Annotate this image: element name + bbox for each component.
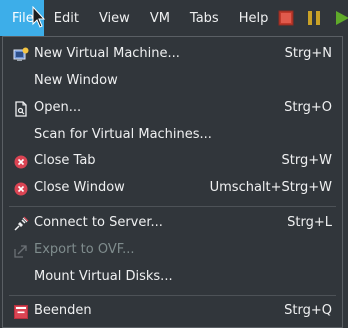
open-file-icon: [13, 101, 29, 117]
menu-item-open[interactable]: Open... Strg+O: [3, 96, 342, 122]
quit-icon: [13, 304, 29, 320]
shortcut-label: Umschalt+Strg+W: [209, 180, 332, 195]
menu-view[interactable]: View: [89, 0, 140, 36]
shortcut-label: Strg+O: [284, 100, 332, 115]
menu-item-label: New Virtual Machine...: [34, 46, 180, 61]
menu-vm[interactable]: VM: [140, 0, 180, 36]
menu-help[interactable]: Help: [229, 0, 279, 36]
menu-item-label: Open...: [34, 100, 82, 115]
close-circle-icon: [13, 181, 29, 197]
menu-item-label: Scan for Virtual Machines...: [34, 127, 212, 142]
menu-item-export-to-ovf: Export to OVF...: [3, 238, 342, 264]
shortcut-label: Strg+N: [284, 46, 332, 61]
menu-item-label: Connect to Server...: [34, 215, 163, 230]
menu-item-label: Close Tab: [34, 153, 96, 168]
menu-item-close-window[interactable]: Close Window Umschalt+Strg+W: [3, 176, 342, 202]
menu-item-label: New Window: [34, 73, 118, 88]
menu-separator: [9, 206, 336, 207]
export-icon: [13, 243, 29, 259]
menu-item-label: Mount Virtual Disks...: [34, 269, 173, 284]
menu-item-new-window[interactable]: New Window: [3, 69, 342, 95]
menu-item-scan-for-virtual-machines[interactable]: Scan for Virtual Machines...: [3, 123, 342, 149]
shortcut-label: Strg+W: [281, 153, 332, 168]
play-icon[interactable]: [334, 10, 348, 26]
menu-item-label: Export to OVF...: [34, 242, 135, 257]
shortcut-label: Strg+Q: [284, 303, 332, 318]
new-vm-icon: [13, 47, 29, 63]
menu-separator: [9, 295, 336, 296]
menu-bar: File Edit View VM Tabs Help: [0, 0, 348, 36]
close-circle-icon: [13, 154, 29, 170]
connect-plug-icon: [13, 216, 29, 232]
menu-edit[interactable]: Edit: [44, 0, 89, 36]
menu-item-label: Beenden: [34, 303, 92, 318]
menu-file[interactable]: File: [0, 0, 44, 36]
pause-icon[interactable]: [306, 10, 322, 26]
menu-item-quit[interactable]: Beenden Strg+Q: [3, 299, 342, 325]
menu-item-new-virtual-machine[interactable]: New Virtual Machine... Strg+N: [3, 42, 342, 68]
menu-tabs[interactable]: Tabs: [180, 0, 229, 36]
menu-item-label: Close Window: [34, 180, 125, 195]
stop-icon[interactable]: [278, 10, 294, 26]
menu-item-mount-virtual-disks[interactable]: Mount Virtual Disks...: [3, 265, 342, 291]
menu-item-connect-to-server[interactable]: Connect to Server... Strg+L: [3, 211, 342, 237]
menu-item-close-tab[interactable]: Close Tab Strg+W: [3, 149, 342, 175]
shortcut-label: Strg+L: [287, 215, 332, 230]
file-menu-dropdown: New Virtual Machine... Strg+N New Window…: [2, 36, 343, 328]
